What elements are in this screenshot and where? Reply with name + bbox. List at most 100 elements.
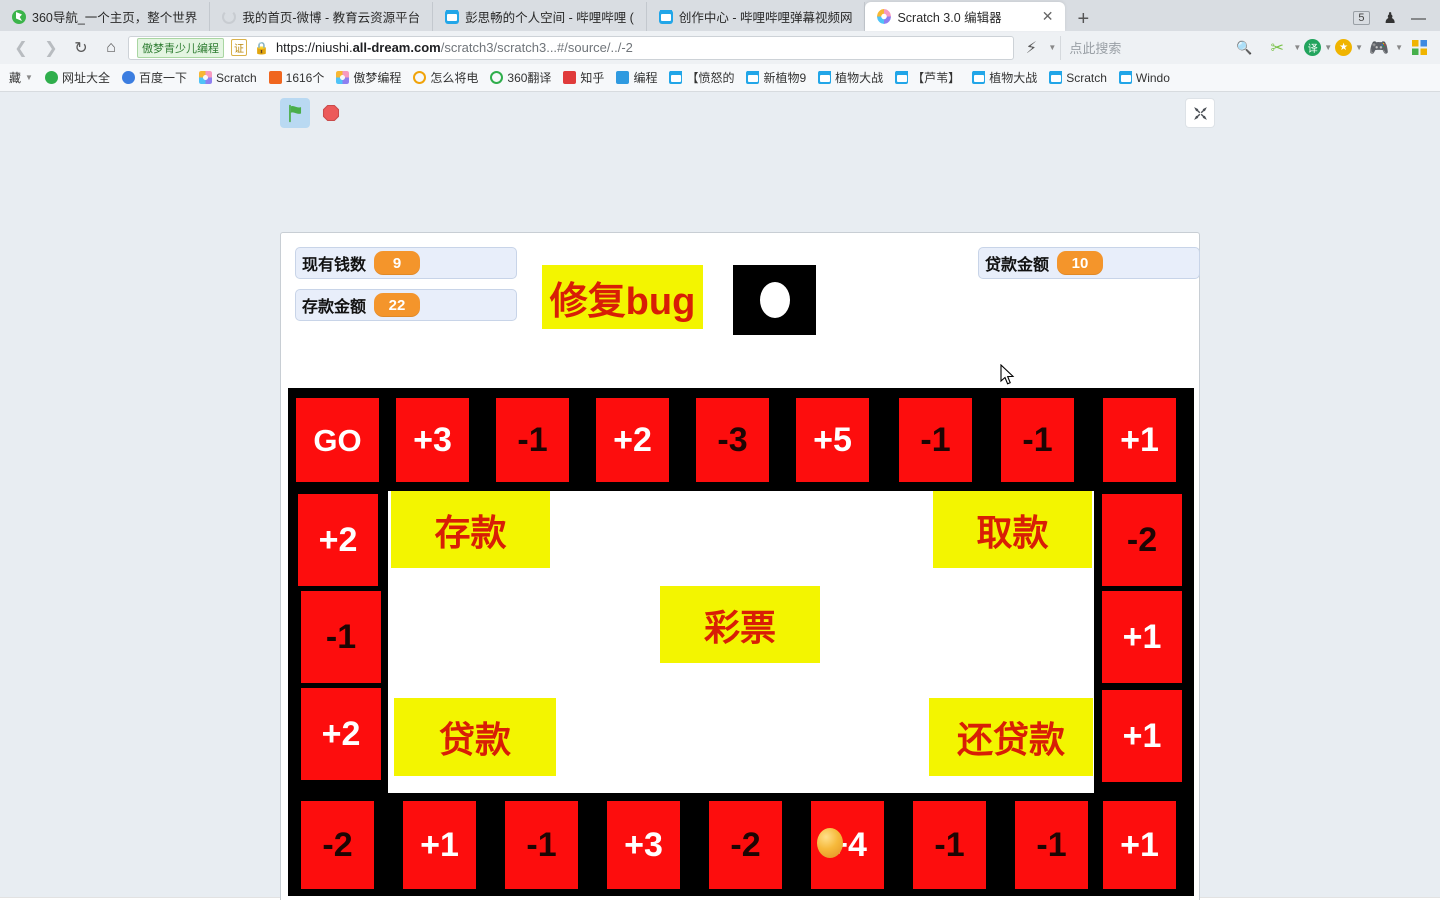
reload-icon[interactable]: ↻ [68,35,94,61]
browser-navigation-bar: ❮ ❯ ↻ ⌂ 傲梦青少儿编程 证 🔒 https://niushi.all-d… [0,31,1440,64]
new-tab-button[interactable]: + [1065,9,1101,31]
board-cell-top-3[interactable]: +2 [596,398,669,482]
bilibili-icon [895,71,909,84]
apps-grid-icon[interactable] [1406,35,1432,61]
bookmark-item[interactable]: 百度一下 [117,67,192,88]
browser-chrome: 360导航_一个主页，整个世界 我的首页-微博 - 教育云资源平台 彭思畅的个人… [0,0,1440,92]
search-input[interactable]: 点此搜索 🔍 [1060,35,1260,60]
chevron-down-icon[interactable]: ▼ [1395,43,1403,52]
board-cell-top-5[interactable]: +5 [796,398,869,482]
bookmark-item[interactable]: Scratch [194,69,262,87]
lightning-icon[interactable]: ⚡ [1018,35,1044,61]
address-bar[interactable]: 傲梦青少儿编程 证 🔒 https://niushi.all-dream.com… [128,35,1015,60]
bilibili-icon [1118,71,1132,84]
bookmark-item[interactable]: 植物大战 [813,67,888,88]
site-identity-badge: 傲梦青少儿编程 [137,37,224,58]
board-cell-right-1[interactable]: +1 [1102,591,1182,683]
board-cell-right-2[interactable]: +1 [1102,690,1182,782]
bookmark-item[interactable]: 【愤怒的 [664,67,739,88]
tab-title: 我的首页-微博 - 教育云资源平台 [242,11,421,25]
board-cell-right-0[interactable]: -2 [1102,494,1182,586]
scratch-stage[interactable]: 现有钱数 9 存款金额 22 贷款金额 10 修复bug GO +3 -1 +2… [280,232,1200,900]
board-cell-left-0[interactable]: +2 [298,494,378,586]
dice-pip [759,282,790,318]
action-button-lottery[interactable]: 彩票 [660,586,820,663]
board-cell-bottom-3[interactable]: +3 [607,801,680,889]
game-controller-icon[interactable]: 🎮 [1366,35,1392,61]
bookmark-item[interactable]: 傲梦编程 [331,67,406,88]
bookmark-item[interactable]: 360翻译 [485,67,556,88]
bookmark-item[interactable]: 知乎 [558,67,609,88]
board-cell-top-8[interactable]: +1 [1103,398,1176,482]
bookmark-item[interactable]: 【芦苇】 [890,67,965,88]
browser-tab-3[interactable]: 创作中心 - 哔哩哔哩弹幕视频网 [647,2,866,31]
black-dice-sprite[interactable] [733,265,816,335]
tab-count-badge[interactable]: 5 [1353,11,1370,25]
back-arrow-icon[interactable]: ❮ [8,35,34,61]
bookmark-label: Scratch [1066,70,1107,85]
unfullscreen-button[interactable] [1185,98,1215,128]
board-cell-top-4[interactable]: -3 [696,398,769,482]
bilibili-icon [669,71,683,84]
board-cell-left-1[interactable]: -1 [301,591,381,683]
bookmark-item[interactable]: 怎么将电 [408,67,483,88]
shield-icon[interactable]: ★ [1335,39,1353,56]
action-button-loan[interactable]: 贷款 [394,698,556,776]
bookmark-item[interactable]: 藏 ▼ [4,67,38,88]
board-cell-bottom-1[interactable]: +1 [403,801,476,889]
tshirt-skin-icon[interactable]: ♟ [1384,9,1397,27]
board-cell-top-6[interactable]: -1 [899,398,972,482]
home-icon[interactable]: ⌂ [98,35,124,61]
green-flag-button[interactable] [280,98,310,128]
url-prefix: https://niushi. [275,40,353,55]
browser-tab-0[interactable]: 360导航_一个主页，整个世界 [0,2,211,31]
bookmark-item[interactable]: 新植物9 [741,67,811,88]
forward-arrow-icon[interactable]: ❯ [38,35,64,61]
monitor-label: 贷款金额 [985,257,1050,274]
bookmark-item[interactable]: 植物大战 [967,67,1042,88]
scissors-icon[interactable]: ✂ [1264,35,1290,61]
action-button-withdraw[interactable]: 取款 [933,491,1092,568]
board-cell-top-2[interactable]: -1 [496,398,569,482]
board-cell-left-2[interactable]: +2 [301,688,381,780]
scratch-fullscreen-player: 现有钱数 9 存款金额 22 贷款金额 10 修复bug GO +3 -1 +2… [0,92,1440,900]
board-cell-bottom-7[interactable]: -1 [1015,801,1088,889]
chevron-down-icon[interactable]: ▼ [1355,43,1363,52]
bookmark-item[interactable]: Scratch [1044,69,1112,87]
board-cell-bottom-2[interactable]: -1 [505,801,578,889]
board-cell-top-7[interactable]: -1 [1001,398,1074,482]
board-cell-bottom-4[interactable]: -2 [709,801,782,889]
bookmark-item[interactable]: 1616个 [264,67,330,88]
board-cell-bottom-0[interactable]: -2 [301,801,374,889]
monitor-value: 22 [374,293,421,317]
monitor-value: 10 [1057,251,1104,275]
bookmark-item[interactable]: Windo [1114,69,1175,87]
tab-title: 360导航_一个主页，整个世界 [32,11,198,25]
board-cell-top-1[interactable]: +3 [396,398,469,482]
chevron-down-icon[interactable]: ▼ [1048,43,1056,52]
player-token[interactable] [817,828,843,858]
search-icon[interactable]: 🔍 [1236,40,1252,56]
browser-tab-2[interactable]: 彭思畅的个人空间 - 哔哩哔哩 ( [433,2,647,31]
action-button-deposit[interactable]: 存款 [391,491,550,568]
chevron-down-icon[interactable]: ▼ [25,73,33,82]
scratch-icon [336,71,350,84]
bilibili-favicon [445,9,460,24]
fix-bug-sprite[interactable]: 修复bug [542,265,703,329]
bookmark-label: 新植物9 [763,71,807,85]
bookmark-item[interactable]: 编程 [611,67,662,88]
browser-tab-1[interactable]: 我的首页-微博 - 教育云资源平台 [210,2,434,31]
board-cell-bottom-8[interactable]: +1 [1103,801,1176,889]
bookmark-item[interactable]: 网址大全 [40,67,115,88]
chevron-down-icon[interactable]: ▼ [1324,43,1332,52]
chevron-down-icon[interactable]: ▼ [1293,43,1301,52]
board-cell-top-0[interactable]: GO [296,398,379,482]
board-cell-bottom-6[interactable]: -1 [913,801,986,889]
bilibili-icon [1049,71,1063,84]
close-icon[interactable]: ✕ [1032,8,1054,25]
action-button-repay[interactable]: 还贷款 [929,698,1093,776]
browser-tab-4-active[interactable]: Scratch 3.0 编辑器 ✕ [865,2,1066,31]
stop-button[interactable] [316,98,346,128]
minimize-button[interactable]: — [1411,10,1426,27]
translate-icon[interactable]: 译 [1304,39,1322,56]
